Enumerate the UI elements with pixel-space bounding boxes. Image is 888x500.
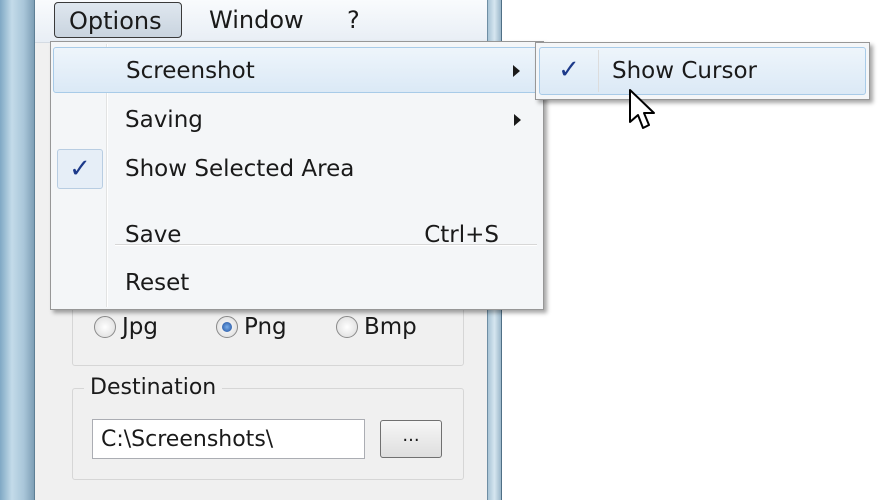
destination-path-input[interactable] bbox=[92, 419, 365, 459]
menu-help[interactable]: ? bbox=[333, 2, 374, 38]
menu-item-show-selected-area-label: Show Selected Area bbox=[125, 156, 355, 182]
radio-bmp-label: Bmp bbox=[364, 314, 417, 340]
show-cursor-check: ✓ bbox=[546, 51, 592, 91]
radio-bmp-circle[interactable] bbox=[336, 316, 358, 338]
menu-options[interactable]: Options bbox=[54, 2, 182, 38]
submenu-arrow-icon bbox=[514, 114, 521, 126]
screenshot-submenu: ✓ Show Cursor bbox=[535, 42, 870, 100]
menu-window[interactable]: Window bbox=[195, 2, 318, 38]
radio-png-label: Png bbox=[244, 314, 287, 340]
checkmark-icon: ✓ bbox=[558, 55, 580, 85]
menu-item-reset-label: Reset bbox=[125, 270, 190, 296]
menu-item-show-selected-area[interactable]: ✓ Show Selected Area bbox=[53, 146, 541, 192]
menu-item-saving[interactable]: Saving bbox=[53, 97, 541, 143]
menu-item-reset[interactable]: Reset bbox=[53, 260, 541, 306]
checkmark-icon: ✓ bbox=[69, 154, 91, 184]
radio-selected-dot bbox=[222, 322, 232, 332]
submenu-gutter-divider bbox=[598, 50, 599, 92]
submenu-item-show-cursor[interactable]: ✓ Show Cursor bbox=[539, 47, 866, 95]
window-left-frame bbox=[0, 0, 35, 500]
browse-button[interactable]: ... bbox=[380, 420, 442, 458]
menu-item-saving-label: Saving bbox=[125, 107, 203, 133]
menu-item-save-label: Save bbox=[125, 222, 182, 248]
menu-item-screenshot-label: Screenshot bbox=[126, 58, 255, 84]
radio-jpg-circle[interactable] bbox=[94, 316, 116, 338]
check-box: ✓ bbox=[57, 149, 103, 189]
radio-png-circle[interactable] bbox=[216, 316, 238, 338]
radio-jpg-label: Jpg bbox=[122, 314, 158, 340]
destination-label: Destination bbox=[84, 374, 223, 402]
menu-item-save[interactable]: Save Ctrl+S bbox=[53, 212, 541, 258]
mouse-pointer-icon bbox=[629, 89, 655, 129]
submenu-arrow-icon bbox=[513, 65, 520, 77]
menubar: Options Window ? bbox=[35, 0, 487, 43]
options-dropdown-menu: Screenshot Saving ✓ Show Selected Area S… bbox=[50, 41, 544, 310]
menu-item-screenshot[interactable]: Screenshot bbox=[53, 47, 541, 93]
menu-item-save-shortcut: Ctrl+S bbox=[424, 222, 499, 248]
